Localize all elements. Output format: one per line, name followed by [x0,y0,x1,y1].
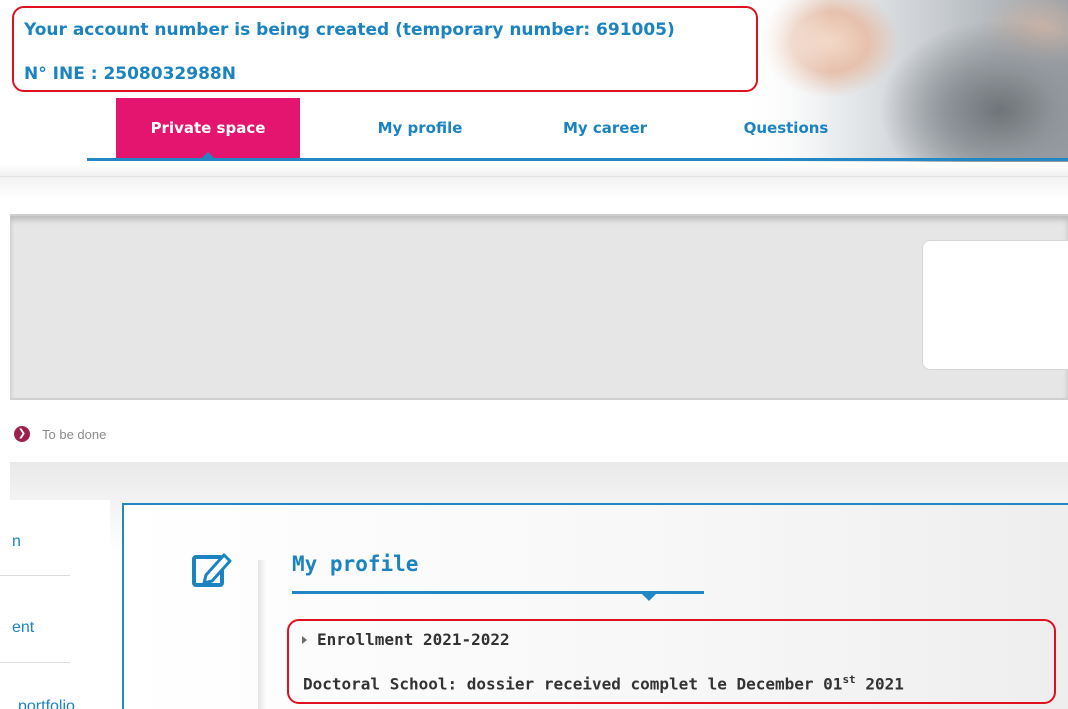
sidebar-item-3[interactable]: portfolio [18,698,75,709]
header-divider [0,176,1068,177]
ine-number: N° INE : 2508032988N [24,64,236,84]
section-title: My profile [292,552,419,576]
detail-year: 2021 [855,674,904,694]
enrollment-detail: Doctoral School: dossier received comple… [303,673,904,693]
tab-private-space[interactable]: Private space [116,98,300,159]
tab-my-career[interactable]: My career [535,98,675,158]
sidebar-divider [0,575,70,576]
chevron-right-circle-icon: ❯ [14,426,30,442]
sidebar-divider [0,662,70,663]
left-sidebar [0,500,110,709]
tab-label: Private space [150,119,266,137]
detail-ordinal: st [842,673,856,686]
enrollment-title[interactable]: Enrollment 2021-2022 [317,630,510,649]
tab-my-profile[interactable]: My profile [345,98,495,158]
account-status-text: Your account number is being created (te… [24,20,675,40]
tab-label: Questions [743,119,829,137]
dashboard-banner [10,214,1068,400]
detail-text: Doctoral School: dossier received comple… [303,674,843,694]
caret-right-icon [302,636,307,644]
nav-underline [87,158,1068,161]
edit-icon[interactable] [190,549,234,593]
tab-label: My career [562,119,648,137]
title-underline [292,591,704,601]
sidebar-item-1[interactable]: n [12,533,21,551]
todo-label: To be done [42,427,107,442]
tab-questions[interactable]: Questions [716,98,856,158]
tab-label: My profile [377,119,463,137]
column-shadow [258,560,266,709]
sidebar-item-2[interactable]: ent [12,619,34,637]
banner-card [922,240,1068,370]
